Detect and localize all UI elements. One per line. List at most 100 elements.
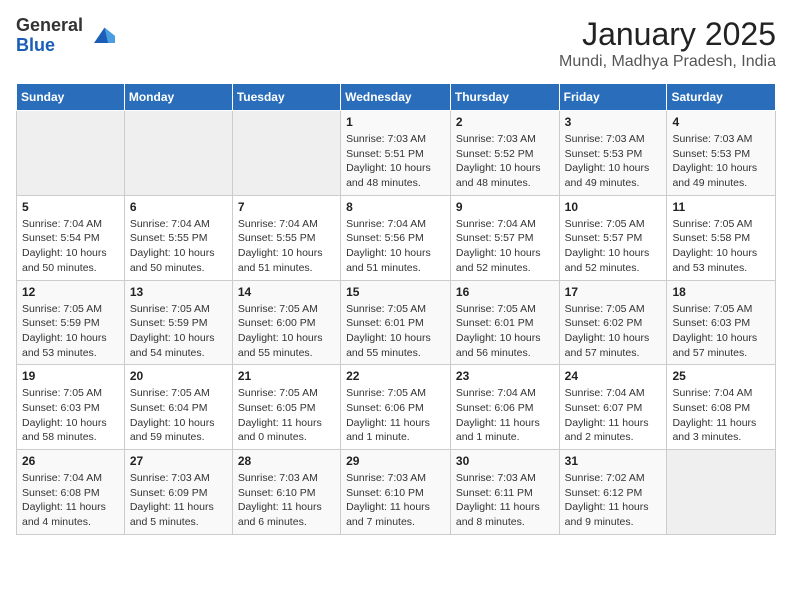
day-number: 23 bbox=[456, 369, 554, 383]
calendar-cell bbox=[124, 111, 232, 196]
day-info: Sunrise: 7:05 AMSunset: 6:01 PMDaylight:… bbox=[346, 302, 445, 361]
calendar-cell bbox=[667, 450, 776, 535]
calendar-cell: 18Sunrise: 7:05 AMSunset: 6:03 PMDayligh… bbox=[667, 280, 776, 365]
calendar-cell: 2 Sunrise: 7:03 AMSunset: 5:52 PMDaylight… bbox=[450, 111, 559, 196]
location-title: Mundi, Madhya Pradesh, India bbox=[559, 53, 776, 71]
calendar-cell: 20Sunrise: 7:05 AMSunset: 6:04 PMDayligh… bbox=[124, 365, 232, 450]
calendar-cell: 8 Sunrise: 7:04 AMSunset: 5:56 PMDaylight… bbox=[341, 195, 451, 280]
calendar-cell: 27 Sunrise: 7:03 AMSunset: 6:09 PMDayligh… bbox=[124, 450, 232, 535]
day-number: 10 bbox=[565, 200, 662, 214]
day-number: 8 bbox=[346, 200, 445, 214]
calendar-cell: 31 Sunrise: 7:02 AMSunset: 6:12 PMDayligh… bbox=[559, 450, 667, 535]
calendar-cell: 5 Sunrise: 7:04 AMSunset: 5:54 PMDaylight… bbox=[17, 195, 125, 280]
day-info: Sunrise: 7:05 AMSunset: 5:59 PMDaylight:… bbox=[130, 302, 227, 361]
weekday-header-row: SundayMondayTuesdayWednesdayThursdayFrid… bbox=[17, 84, 776, 111]
logo-general-text: General bbox=[16, 16, 83, 36]
day-info: Sunrise: 7:05 AMSunset: 6:03 PMDaylight:… bbox=[22, 386, 119, 445]
day-number: 4 bbox=[672, 115, 770, 129]
day-number: 17 bbox=[565, 285, 662, 299]
calendar-cell: 11Sunrise: 7:05 AMSunset: 5:58 PMDayligh… bbox=[667, 195, 776, 280]
weekday-header: Wednesday bbox=[341, 84, 451, 111]
day-number: 28 bbox=[238, 454, 335, 468]
calendar-cell: 22 Sunrise: 7:05 AMSunset: 6:06 PMDayligh… bbox=[341, 365, 451, 450]
day-number: 21 bbox=[238, 369, 335, 383]
day-number: 18 bbox=[672, 285, 770, 299]
day-info: Sunrise: 7:05 AMSunset: 5:59 PMDaylight:… bbox=[22, 302, 119, 361]
day-number: 30 bbox=[456, 454, 554, 468]
day-info: Sunrise: 7:05 AMSunset: 6:02 PMDaylight:… bbox=[565, 302, 662, 361]
logo-icon bbox=[87, 22, 115, 50]
day-number: 16 bbox=[456, 285, 554, 299]
day-info: Sunrise: 7:05 AMSunset: 6:04 PMDaylight:… bbox=[130, 386, 227, 445]
day-info: Sunrise: 7:04 AMSunset: 6:06 PMDaylight:… bbox=[456, 386, 554, 445]
day-number: 14 bbox=[238, 285, 335, 299]
day-info: Sunrise: 7:04 AMSunset: 6:07 PMDaylight:… bbox=[565, 386, 662, 445]
day-number: 31 bbox=[565, 454, 662, 468]
calendar-cell bbox=[232, 111, 340, 196]
calendar-week-row: 12 Sunrise: 7:05 AMSunset: 5:59 PMDayligh… bbox=[17, 280, 776, 365]
calendar-cell: 21 Sunrise: 7:05 AMSunset: 6:05 PMDayligh… bbox=[232, 365, 340, 450]
calendar-cell: 14Sunrise: 7:05 AMSunset: 6:00 PMDayligh… bbox=[232, 280, 340, 365]
day-number: 22 bbox=[346, 369, 445, 383]
day-number: 6 bbox=[130, 200, 227, 214]
calendar-cell: 4 Sunrise: 7:03 AMSunset: 5:53 PMDaylight… bbox=[667, 111, 776, 196]
weekday-header: Thursday bbox=[450, 84, 559, 111]
day-info: Sunrise: 7:03 AMSunset: 6:09 PMDaylight:… bbox=[130, 471, 227, 530]
day-info: Sunrise: 7:05 AMSunset: 5:57 PMDaylight:… bbox=[565, 217, 662, 276]
calendar-week-row: 1Sunrise: 7:03 AMSunset: 5:51 PMDaylight… bbox=[17, 111, 776, 196]
calendar-cell: 25Sunrise: 7:04 AMSunset: 6:08 PMDayligh… bbox=[667, 365, 776, 450]
day-info: Sunrise: 7:03 AMSunset: 6:10 PMDaylight:… bbox=[346, 471, 445, 530]
calendar-cell: 10 Sunrise: 7:05 AMSunset: 5:57 PMDayligh… bbox=[559, 195, 667, 280]
day-info: Sunrise: 7:03 AMSunset: 5:51 PMDaylight:… bbox=[346, 132, 445, 191]
calendar-cell: 7 Sunrise: 7:04 AMSunset: 5:55 PMDaylight… bbox=[232, 195, 340, 280]
calendar-cell: 26 Sunrise: 7:04 AMSunset: 6:08 PMDayligh… bbox=[17, 450, 125, 535]
day-number: 15 bbox=[346, 285, 445, 299]
calendar-cell: 24 Sunrise: 7:04 AMSunset: 6:07 PMDayligh… bbox=[559, 365, 667, 450]
day-number: 25 bbox=[672, 369, 770, 383]
calendar-week-row: 19Sunrise: 7:05 AMSunset: 6:03 PMDayligh… bbox=[17, 365, 776, 450]
logo: General Blue bbox=[16, 16, 115, 56]
weekday-header: Sunday bbox=[17, 84, 125, 111]
day-number: 24 bbox=[565, 369, 662, 383]
calendar-cell: 29 Sunrise: 7:03 AMSunset: 6:10 PMDayligh… bbox=[341, 450, 451, 535]
calendar-cell: 19Sunrise: 7:05 AMSunset: 6:03 PMDayligh… bbox=[17, 365, 125, 450]
calendar-cell: 15 Sunrise: 7:05 AMSunset: 6:01 PMDayligh… bbox=[341, 280, 451, 365]
calendar-cell: 1Sunrise: 7:03 AMSunset: 5:51 PMDaylight… bbox=[341, 111, 451, 196]
day-number: 13 bbox=[130, 285, 227, 299]
day-info: Sunrise: 7:03 AMSunset: 5:53 PMDaylight:… bbox=[672, 132, 770, 191]
calendar-cell: 16 Sunrise: 7:05 AMSunset: 6:01 PMDayligh… bbox=[450, 280, 559, 365]
day-number: 12 bbox=[22, 285, 119, 299]
day-info: Sunrise: 7:04 AMSunset: 5:56 PMDaylight:… bbox=[346, 217, 445, 276]
day-number: 3 bbox=[565, 115, 662, 129]
weekday-header: Tuesday bbox=[232, 84, 340, 111]
calendar-cell: 9Sunrise: 7:04 AMSunset: 5:57 PMDaylight… bbox=[450, 195, 559, 280]
calendar-cell: 3Sunrise: 7:03 AMSunset: 5:53 PMDaylight… bbox=[559, 111, 667, 196]
day-number: 27 bbox=[130, 454, 227, 468]
calendar-cell: 28Sunrise: 7:03 AMSunset: 6:10 PMDayligh… bbox=[232, 450, 340, 535]
calendar-cell: 30Sunrise: 7:03 AMSunset: 6:11 PMDayligh… bbox=[450, 450, 559, 535]
month-title: January 2025 bbox=[559, 16, 776, 53]
day-number: 2 bbox=[456, 115, 554, 129]
calendar-cell: 6 Sunrise: 7:04 AMSunset: 5:55 PMDaylight… bbox=[124, 195, 232, 280]
logo-blue-text: Blue bbox=[16, 36, 83, 56]
day-info: Sunrise: 7:05 AMSunset: 6:06 PMDaylight:… bbox=[346, 386, 445, 445]
day-info: Sunrise: 7:02 AMSunset: 6:12 PMDaylight:… bbox=[565, 471, 662, 530]
day-number: 7 bbox=[238, 200, 335, 214]
day-info: Sunrise: 7:03 AMSunset: 5:52 PMDaylight:… bbox=[456, 132, 554, 191]
day-info: Sunrise: 7:04 AMSunset: 5:57 PMDaylight:… bbox=[456, 217, 554, 276]
weekday-header: Monday bbox=[124, 84, 232, 111]
calendar-week-row: 26 Sunrise: 7:04 AMSunset: 6:08 PMDayligh… bbox=[17, 450, 776, 535]
day-info: Sunrise: 7:04 AMSunset: 5:55 PMDaylight:… bbox=[130, 217, 227, 276]
day-info: Sunrise: 7:05 AMSunset: 6:01 PMDaylight:… bbox=[456, 302, 554, 361]
day-number: 29 bbox=[346, 454, 445, 468]
title-block: January 2025 Mundi, Madhya Pradesh, Indi… bbox=[559, 16, 776, 71]
day-number: 26 bbox=[22, 454, 119, 468]
day-info: Sunrise: 7:04 AMSunset: 6:08 PMDaylight:… bbox=[22, 471, 119, 530]
day-info: Sunrise: 7:04 AMSunset: 5:54 PMDaylight:… bbox=[22, 217, 119, 276]
calendar-week-row: 5 Sunrise: 7:04 AMSunset: 5:54 PMDaylight… bbox=[17, 195, 776, 280]
day-info: Sunrise: 7:05 AMSunset: 6:05 PMDaylight:… bbox=[238, 386, 335, 445]
calendar-cell: 12 Sunrise: 7:05 AMSunset: 5:59 PMDayligh… bbox=[17, 280, 125, 365]
calendar-cell: 17 Sunrise: 7:05 AMSunset: 6:02 PMDayligh… bbox=[559, 280, 667, 365]
day-number: 5 bbox=[22, 200, 119, 214]
day-info: Sunrise: 7:04 AMSunset: 5:55 PMDaylight:… bbox=[238, 217, 335, 276]
